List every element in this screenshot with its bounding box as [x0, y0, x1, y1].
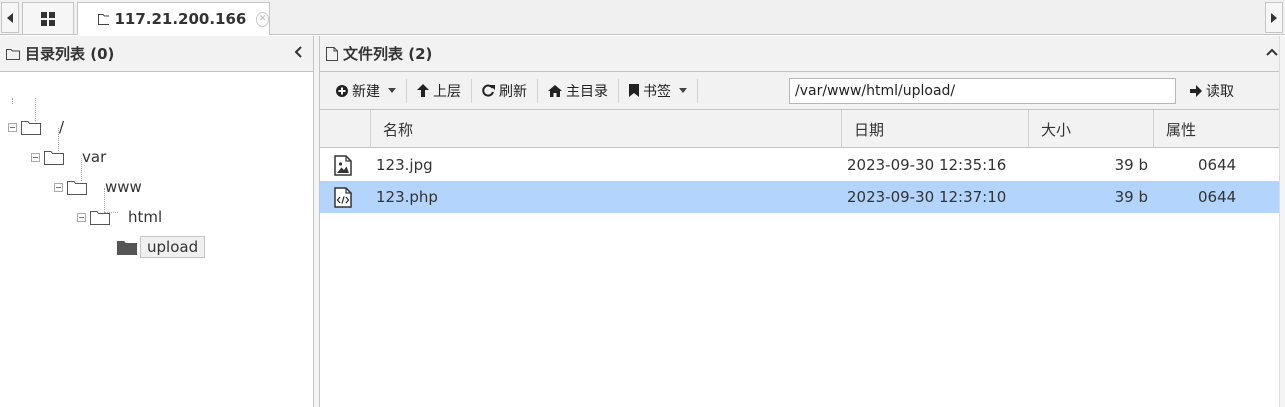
read-button[interactable]: 读取	[1182, 76, 1242, 106]
column-header-date[interactable]: 日期	[841, 110, 1028, 148]
tree-node-html[interactable]: html	[77, 205, 168, 229]
file-date: 2023-09-30 12:37:10	[847, 188, 1007, 206]
toolbar-divider	[697, 78, 698, 103]
tree-node-www[interactable]: www	[54, 175, 148, 199]
plus-circle-icon	[336, 84, 348, 97]
folder-icon	[67, 180, 87, 195]
refresh-icon	[482, 84, 495, 97]
caret-right-icon	[1271, 12, 1277, 23]
directory-panel-header: 目录列表 (0)	[0, 36, 313, 72]
file-row-selected[interactable]: 123.php 2023-09-30 12:37:10 39 b 0644	[320, 181, 1280, 213]
path-input[interactable]	[789, 78, 1176, 104]
directory-panel-title: 目录列表 (0)	[25, 45, 115, 63]
directory-panel: 目录列表 (0) / var www html upload	[0, 36, 314, 407]
toolbar-divider	[406, 78, 407, 103]
tab-host[interactable]: 117.21.200.166 ✕	[77, 2, 270, 35]
file-grid: 名称 日期 大小 属性 123.jpg 2023-09-30 12:35:16 …	[320, 110, 1285, 213]
file-grid-header: 名称 日期 大小 属性	[320, 110, 1285, 148]
file-panel-header: 文件列表 (2)	[320, 36, 1285, 72]
tree-node-label-selected: upload	[140, 236, 206, 258]
tree-node-root[interactable]: /	[8, 115, 70, 139]
folder-icon	[21, 120, 41, 135]
home-dir-button-label: 主目录	[566, 83, 608, 100]
tree-node-label: html	[128, 208, 163, 226]
chevron-up-icon	[1266, 48, 1278, 56]
refresh-button-label: 刷新	[499, 83, 527, 100]
tree-node-label: /	[59, 118, 65, 136]
file-row[interactable]: 123.jpg 2023-09-30 12:35:16 39 b 0644	[320, 149, 1280, 181]
home-icon	[548, 84, 562, 97]
directory-tree: / var www html upload	[0, 72, 313, 406]
bookmark-icon	[629, 84, 639, 97]
code-file-icon	[334, 187, 352, 208]
caret-down-icon	[679, 88, 687, 93]
collapse-node-icon[interactable]	[77, 212, 86, 222]
file-attr: 0644	[1198, 188, 1237, 206]
tab-scroll-right-button[interactable]	[1265, 2, 1283, 33]
home-dir-button[interactable]: 主目录	[540, 76, 616, 106]
file-toolbar: 新建 上层 刷新 主目录 书签 /var/www/html/upload/ 读取	[320, 72, 1285, 110]
collapse-node-icon[interactable]	[54, 182, 63, 192]
collapse-node-icon[interactable]	[31, 152, 40, 162]
column-header-icon	[320, 110, 370, 148]
folder-filled-icon	[117, 240, 137, 255]
tree-node-upload[interactable]: upload	[117, 235, 206, 259]
tab-host-label: 117.21.200.166	[114, 10, 247, 28]
file-date: 2023-09-30 12:35:16	[847, 156, 1007, 174]
new-button[interactable]: 新建	[328, 76, 404, 106]
close-icon[interactable]: ✕	[256, 11, 269, 27]
collapse-left-button[interactable]	[293, 45, 303, 63]
column-header-size[interactable]: 大小	[1028, 110, 1153, 148]
image-file-icon	[334, 155, 352, 176]
bookmark-button[interactable]: 书签	[621, 76, 695, 106]
tree-node-label: var	[82, 148, 107, 166]
refresh-button[interactable]: 刷新	[474, 76, 535, 106]
toolbar-divider	[618, 78, 619, 103]
tab-bar: 117.21.200.166 ✕	[0, 0, 1285, 35]
scrollbar[interactable]	[1279, 36, 1285, 407]
collapse-node-icon[interactable]	[8, 122, 17, 132]
tree-node-var[interactable]: var	[31, 145, 112, 169]
collapse-up-button[interactable]	[1265, 45, 1279, 61]
caret-down-icon	[388, 88, 396, 93]
chevron-left-icon	[294, 46, 302, 58]
file-name: 123.jpg	[376, 156, 433, 174]
column-header-name[interactable]: 名称	[370, 110, 841, 148]
bookmark-button-label: 书签	[643, 83, 671, 100]
folder-icon	[98, 14, 110, 25]
new-button-label: 新建	[352, 83, 380, 100]
file-icon	[326, 46, 338, 61]
arrow-up-icon	[417, 84, 429, 97]
file-panel-title: 文件列表 (2)	[343, 45, 433, 63]
up-button[interactable]: 上层	[409, 76, 469, 106]
column-header-attr[interactable]: 属性	[1153, 110, 1280, 148]
tab-home[interactable]	[22, 2, 74, 34]
read-button-label: 读取	[1206, 84, 1234, 100]
tab-scroll-left-button[interactable]	[1, 2, 19, 33]
file-size: 39 b	[1114, 156, 1148, 174]
file-panel: 文件列表 (2) 新建 上层 刷新 主目录 书签 /var/www/html/u…	[319, 36, 1285, 407]
folder-icon	[6, 48, 20, 60]
arrow-right-icon	[1190, 85, 1202, 97]
up-button-label: 上层	[433, 83, 461, 100]
caret-left-icon	[7, 12, 13, 23]
toolbar-divider	[537, 78, 538, 103]
tree-node-label: www	[105, 178, 142, 196]
toolbar-divider	[471, 78, 472, 103]
folder-icon	[44, 150, 64, 165]
folder-icon	[90, 210, 110, 225]
file-size: 39 b	[1114, 188, 1148, 206]
grid-icon	[41, 11, 55, 26]
file-attr: 0644	[1198, 156, 1237, 174]
file-name: 123.php	[376, 188, 438, 206]
